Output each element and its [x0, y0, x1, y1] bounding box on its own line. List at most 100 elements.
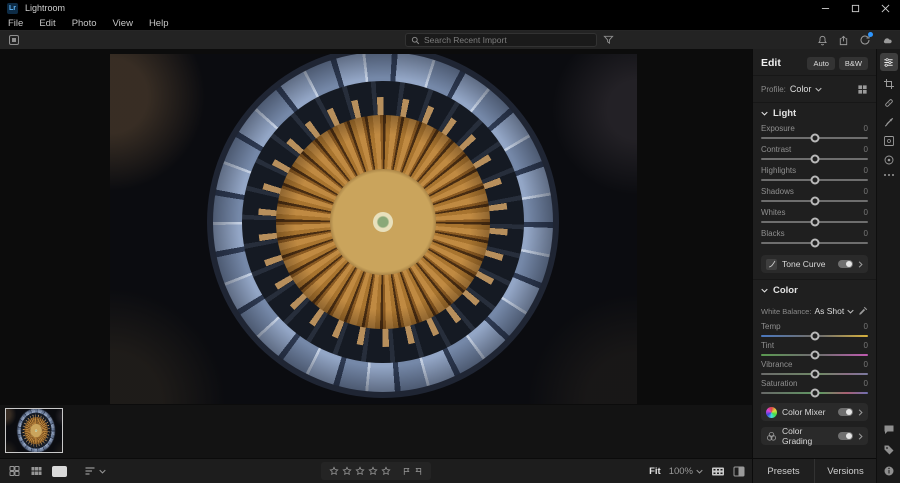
healing-tool-icon[interactable] — [883, 97, 895, 109]
zoom-fit-button[interactable]: Fit — [649, 466, 661, 477]
edit-tool-button-active[interactable] — [879, 53, 898, 71]
slider-knob[interactable] — [810, 388, 819, 398]
color-mixer-toggle[interactable] — [838, 408, 853, 416]
color-mixer-icon — [766, 406, 777, 418]
slider-track[interactable] — [761, 196, 868, 206]
photo-grid-view-icon[interactable] — [8, 465, 21, 477]
color-mixer-row[interactable]: Color Mixer — [761, 403, 868, 421]
chevron-down-icon — [99, 469, 106, 474]
slider-value: 0 — [863, 341, 868, 350]
slider-knob[interactable] — [810, 238, 819, 248]
before-after-icon[interactable] — [733, 466, 745, 477]
close-button[interactable] — [870, 0, 900, 16]
star-icon-1[interactable] — [329, 466, 339, 476]
slider-vibrance: Vibrance 0 — [761, 359, 868, 379]
keyword-tag-icon[interactable] — [883, 444, 895, 456]
filmstrip-thumbnail-selected[interactable] — [5, 408, 63, 453]
slider-track[interactable] — [761, 369, 868, 379]
minimize-icon — [821, 4, 830, 13]
slider-knob[interactable] — [810, 331, 819, 341]
color-grading-toggle[interactable] — [838, 432, 853, 440]
slider-track[interactable] — [761, 331, 868, 341]
slider-saturation: Saturation 0 — [761, 378, 868, 398]
slider-knob[interactable] — [810, 217, 819, 227]
slider-knob[interactable] — [810, 369, 819, 379]
profile-value-dropdown[interactable]: Color — [790, 84, 812, 94]
menu-help[interactable]: Help — [149, 18, 169, 29]
star-icon-5[interactable] — [381, 466, 391, 476]
slider-knob[interactable] — [810, 196, 819, 206]
detail-view-icon-active[interactable] — [52, 465, 67, 477]
photo-dome-ceiling[interactable] — [110, 54, 637, 404]
auto-button[interactable]: Auto — [807, 56, 835, 70]
tone-curve-row[interactable]: Tone Curve — [761, 255, 868, 273]
zoom-level-value: 100% — [668, 465, 693, 477]
star-icon-4[interactable] — [368, 466, 378, 476]
color-section-header[interactable]: Color — [761, 280, 868, 300]
versions-button[interactable]: Versions — [814, 459, 876, 483]
titlebar: Lr Lightroom — [0, 0, 900, 16]
menu-view[interactable]: View — [113, 18, 133, 29]
slider-knob[interactable] — [810, 154, 819, 164]
square-grid-view-icon[interactable] — [30, 465, 43, 477]
lens-blur-tool-icon[interactable] — [883, 135, 895, 147]
slider-shadows: Shadows 0 — [761, 186, 868, 207]
share-icon[interactable] — [838, 35, 849, 46]
presets-button[interactable]: Presets — [753, 459, 814, 483]
slider-track[interactable] — [761, 238, 868, 248]
slider-track[interactable] — [761, 217, 868, 227]
menu-edit[interactable]: Edit — [39, 18, 55, 29]
slider-track[interactable] — [761, 388, 868, 398]
sort-control[interactable] — [84, 466, 106, 476]
notifications-bell-icon[interactable] — [817, 35, 828, 46]
filmstrip-toggle-icon[interactable] — [711, 466, 725, 477]
slider-value: 0 — [863, 379, 868, 388]
light-section-header[interactable]: Light — [761, 103, 868, 123]
slider-track[interactable] — [761, 133, 868, 143]
comments-icon[interactable] — [883, 424, 895, 435]
eyedropper-icon[interactable] — [858, 306, 868, 316]
color-grading-row[interactable]: Color Grading — [761, 426, 868, 446]
pick-flag-icon[interactable] — [402, 466, 411, 477]
white-balance-value-dropdown[interactable]: As Shot — [814, 306, 844, 316]
star-icon-3[interactable] — [355, 466, 365, 476]
more-tools-icon[interactable] — [883, 173, 895, 177]
search-box[interactable] — [405, 33, 597, 47]
red-eye-tool-icon[interactable] — [883, 154, 895, 166]
photo-grid-icon[interactable] — [8, 34, 20, 46]
slider-highlights: Highlights 0 — [761, 165, 868, 186]
top-toolbar — [0, 31, 900, 49]
tone-curve-toggle[interactable] — [838, 260, 853, 268]
slider-tint: Tint 0 — [761, 340, 868, 360]
slider-track[interactable] — [761, 154, 868, 164]
chevron-right-icon[interactable] — [858, 432, 863, 440]
minimize-button[interactable] — [810, 0, 840, 16]
chevron-down-icon[interactable] — [847, 309, 854, 314]
chevron-right-icon[interactable] — [858, 260, 863, 268]
slider-track[interactable] — [761, 350, 868, 360]
info-icon[interactable] — [883, 465, 895, 477]
chevron-down-icon[interactable] — [815, 87, 823, 92]
masking-brush-icon[interactable] — [883, 116, 895, 128]
chevron-right-icon[interactable] — [858, 408, 863, 416]
menu-file[interactable]: File — [8, 18, 23, 29]
slider-knob[interactable] — [810, 175, 819, 185]
maximize-button[interactable] — [840, 0, 870, 16]
zoom-level-dropdown[interactable]: 100% — [669, 466, 703, 477]
profile-browser-icon[interactable] — [857, 84, 868, 95]
slider-label: Contrast — [761, 145, 792, 154]
bw-button[interactable]: B&W — [838, 56, 868, 70]
sync-status-icon[interactable] — [859, 32, 873, 46]
slider-knob[interactable] — [810, 133, 819, 143]
crop-tool-icon[interactable] — [883, 78, 895, 90]
toolbar-right-icons — [817, 32, 894, 47]
filter-icon[interactable] — [603, 34, 614, 45]
cloud-icon[interactable] — [881, 35, 894, 46]
slider-track[interactable] — [761, 175, 868, 185]
star-icon-2[interactable] — [342, 466, 352, 476]
reject-flag-icon[interactable] — [414, 466, 423, 477]
menu-photo[interactable]: Photo — [72, 18, 97, 29]
color-section-title: Color — [773, 284, 798, 296]
search-input[interactable] — [424, 35, 591, 45]
slider-knob[interactable] — [810, 350, 819, 360]
